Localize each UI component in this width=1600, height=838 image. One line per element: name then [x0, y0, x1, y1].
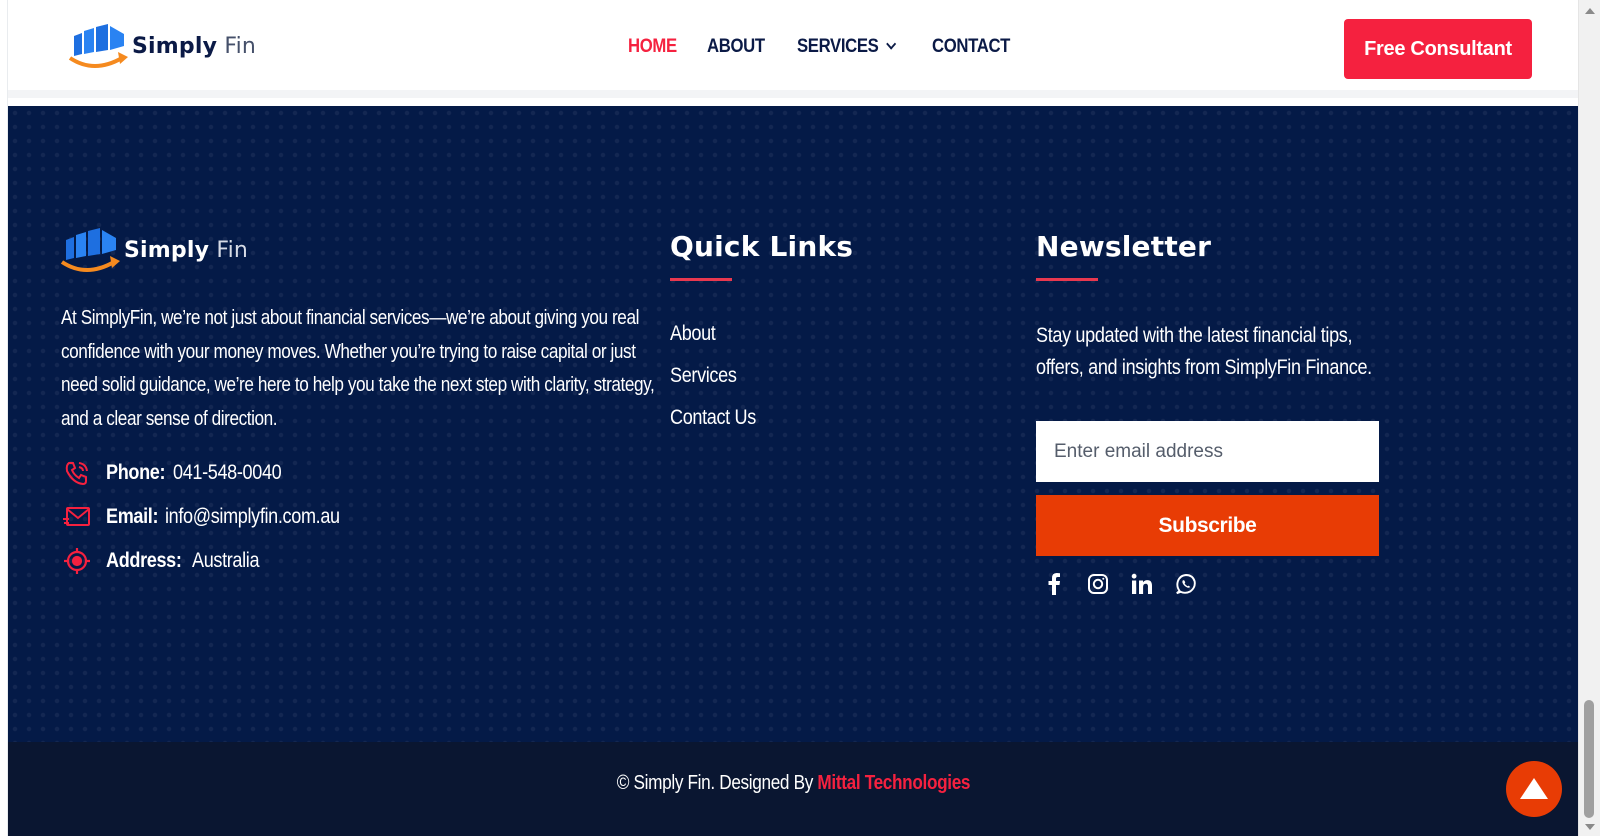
- phone-label: Phone:: [106, 461, 166, 484]
- free-consultant-button[interactable]: Free Consultant: [1344, 19, 1532, 79]
- site-footer: Simply Fin At SimplyFin, we’re not just …: [8, 106, 1578, 742]
- linkedin-icon[interactable]: [1130, 572, 1154, 596]
- phone-icon: [62, 458, 92, 488]
- logo-wordmark: Simply Fin: [132, 33, 257, 59]
- copyright-bar: © Simply Fin. Designed By Mittal Technol…: [8, 742, 1578, 838]
- header-logo[interactable]: Simply Fin: [68, 24, 256, 68]
- location-target-icon: [62, 546, 92, 576]
- facebook-icon[interactable]: [1042, 572, 1066, 596]
- newsletter-underline: [1036, 278, 1098, 281]
- nav-item-services[interactable]: SERVICES: [796, 36, 896, 58]
- quick-links-underline: [670, 278, 732, 281]
- page-scrollbar[interactable]: [1578, 0, 1600, 838]
- nav-item-contact[interactable]: CONTACT: [932, 36, 1010, 58]
- copyright-prefix: © Simply Fin. Designed By: [616, 772, 817, 794]
- nav-item-services-label: SERVICES: [796, 36, 879, 57]
- email-label: Email:: [106, 505, 159, 528]
- about-text: At SimplyFin, we’re not just about finan…: [61, 307, 655, 430]
- chevron-down-icon: [885, 38, 896, 50]
- contact-email[interactable]: Email: info@simplyfin.com.au: [62, 502, 368, 532]
- quick-link-contact-us[interactable]: Contact Us: [670, 406, 756, 430]
- nav-item-home[interactable]: HOME: [628, 36, 677, 58]
- address-value: Australia: [191, 549, 260, 572]
- main-nav: HOME ABOUT SERVICES CONTACT: [628, 36, 1044, 58]
- arrow-up-icon: [1520, 778, 1548, 799]
- logo-mark-icon: [68, 24, 128, 68]
- email-icon: [62, 502, 92, 532]
- scrollbar-thumb[interactable]: [1584, 700, 1594, 818]
- scroll-to-top-button[interactable]: [1506, 761, 1562, 817]
- scroll-down-arrow-icon[interactable]: [1585, 824, 1595, 830]
- address-label: Address:: [106, 549, 182, 572]
- footer-logo[interactable]: Simply Fin: [60, 228, 248, 272]
- quick-link-services[interactable]: Services: [670, 364, 737, 388]
- designer-link[interactable]: Mittal Technologies: [817, 772, 970, 794]
- newsletter-email-input[interactable]: [1036, 421, 1379, 482]
- logo-wordmark: Simply Fin: [124, 237, 249, 263]
- quick-link-about[interactable]: About: [670, 322, 716, 346]
- contact-phone[interactable]: Phone: 041-548-0040: [62, 458, 299, 488]
- instagram-icon[interactable]: [1086, 572, 1110, 596]
- newsletter-title: Newsletter: [1036, 230, 1212, 263]
- page-left-edge: [0, 0, 8, 838]
- whatsapp-icon[interactable]: [1174, 572, 1198, 596]
- scroll-up-arrow-icon[interactable]: [1585, 8, 1595, 14]
- email-value: info@simplyfin.com.au: [164, 505, 340, 528]
- contact-address: Address: Australia: [62, 546, 270, 576]
- site-header: Simply Fin HOME ABOUT SERVICES CONTACT F…: [8, 0, 1578, 98]
- subscribe-button[interactable]: Subscribe: [1036, 495, 1379, 556]
- copyright-text: © Simply Fin. Designed By Mittal Technol…: [8, 772, 1578, 795]
- social-links: [1042, 572, 1218, 596]
- phone-value: 041-548-0040: [172, 461, 282, 484]
- newsletter-text: Stay updated with the latest financial t…: [1036, 324, 1372, 379]
- quick-links-title: Quick Links: [670, 230, 854, 263]
- nav-item-about[interactable]: ABOUT: [707, 36, 765, 58]
- logo-mark-icon: [60, 228, 120, 272]
